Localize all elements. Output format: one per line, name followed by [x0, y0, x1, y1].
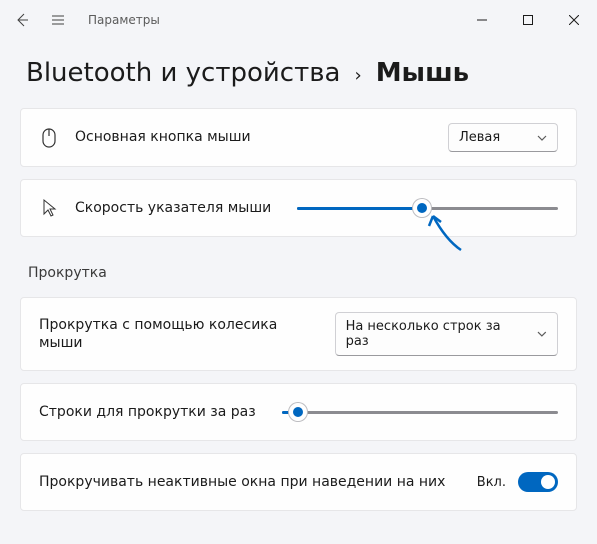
minimize-button[interactable] — [459, 0, 505, 40]
wheel-scroll-dropdown[interactable]: На несколько строк за раз — [335, 312, 558, 356]
setting-label: Скорость указателя мыши — [75, 199, 271, 217]
chevron-down-icon — [537, 133, 547, 143]
cursor-icon — [39, 198, 59, 218]
setting-pointer-speed: Скорость указателя мыши — [20, 179, 577, 237]
setting-primary-button: Основная кнопка мыши Левая — [20, 108, 577, 167]
window-title: Параметры — [88, 13, 160, 27]
primary-button-dropdown[interactable]: Левая — [448, 123, 558, 152]
breadcrumb-parent[interactable]: Bluetooth и устройства — [26, 58, 340, 88]
menu-icon[interactable] — [48, 10, 68, 30]
setting-label: Основная кнопка мыши — [75, 128, 432, 146]
lines-per-scroll-slider[interactable] — [282, 403, 558, 421]
setting-scroll-inactive: Прокручивать неактивные окна при наведен… — [20, 453, 577, 511]
titlebar: Параметры — [0, 0, 597, 40]
mouse-icon — [39, 128, 59, 148]
toggle-state-label: Вкл. — [477, 475, 506, 490]
setting-lines-per-scroll: Строки для прокрутки за раз — [20, 383, 577, 441]
chevron-down-icon — [537, 329, 547, 339]
setting-wheel-scroll: Прокрутка с помощью колесика мыши На нес… — [20, 297, 577, 371]
pointer-speed-slider[interactable] — [297, 199, 558, 217]
close-button[interactable] — [551, 0, 597, 40]
setting-label: Строки для прокрутки за раз — [39, 403, 256, 421]
chevron-right-icon: › — [354, 65, 361, 86]
breadcrumb-current: Мышь — [376, 58, 469, 88]
scroll-inactive-toggle[interactable] — [518, 472, 558, 492]
back-button[interactable] — [12, 10, 32, 30]
maximize-button[interactable] — [505, 0, 551, 40]
setting-label: Прокрутка с помощью колесика мыши — [39, 316, 319, 352]
dropdown-value: Левая — [459, 130, 500, 145]
dropdown-value: На несколько строк за раз — [346, 319, 524, 349]
section-title-scrolling: Прокрутка — [20, 249, 577, 285]
setting-label: Прокручивать неактивные окна при наведен… — [39, 473, 461, 491]
breadcrumb: Bluetooth и устройства › Мышь — [0, 40, 597, 108]
